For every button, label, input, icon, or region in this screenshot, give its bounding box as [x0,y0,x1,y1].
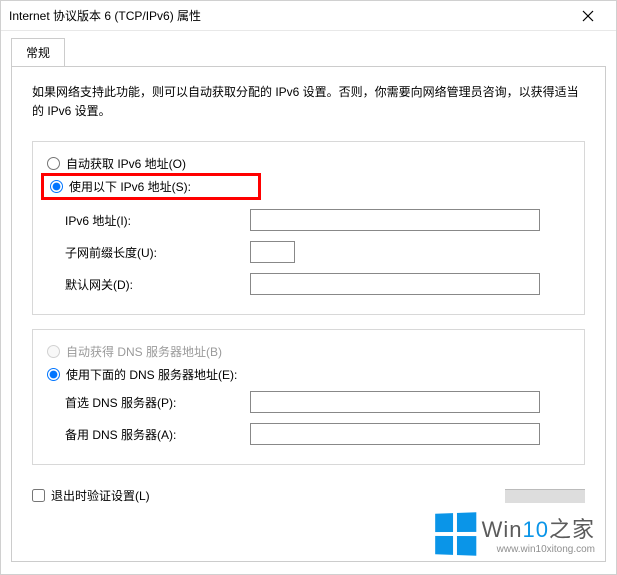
windows-logo-icon [435,512,476,556]
alternate-dns-input[interactable] [250,423,540,445]
field-preferred-dns: 首选 DNS 服务器(P): [47,386,570,418]
radio-auto-address[interactable]: 自动获取 IPv6 地址(O) [47,152,570,175]
validate-on-exit-checkbox[interactable] [32,489,45,502]
field-ipv6-address: IPv6 地址(I): [47,204,570,236]
ipv6-address-label: IPv6 地址(I): [65,212,250,229]
radio-manual-dns-label: 使用下面的 DNS 服务器地址(E): [66,366,237,383]
prefix-length-input[interactable] [250,241,295,263]
ipv6-address-input[interactable] [250,209,540,231]
radio-manual-address-input[interactable] [50,180,63,193]
watermark: Win10之家 www.win10xitong.com [434,512,595,555]
radio-auto-dns-label: 自动获得 DNS 服务器地址(B) [66,343,222,360]
default-gateway-input[interactable] [250,273,540,295]
advanced-button[interactable] [505,489,585,503]
close-icon [582,10,594,22]
field-alternate-dns: 备用 DNS 服务器(A): [47,418,570,450]
footer-row: 退出时验证设置(L) [32,479,585,504]
alternate-dns-label: 备用 DNS 服务器(A): [65,426,250,443]
validate-on-exit[interactable]: 退出时验证设置(L) [32,487,150,504]
watermark-text: Win10之家 www.win10xitong.com [482,512,595,555]
radio-auto-dns[interactable]: 自动获得 DNS 服务器地址(B) [47,340,570,363]
radio-manual-dns[interactable]: 使用下面的 DNS 服务器地址(E): [47,363,570,386]
brand-prefix: Win [482,517,523,542]
radio-auto-address-label: 自动获取 IPv6 地址(O) [66,155,186,172]
ip-address-group: 自动获取 IPv6 地址(O) 使用以下 IPv6 地址(S): IPv6 地址… [32,141,585,315]
default-gateway-label: 默认网关(D): [65,276,250,293]
field-prefix-length: 子网前缀长度(U): [47,236,570,268]
tab-general[interactable]: 常规 [11,38,65,67]
close-button[interactable] [568,2,608,30]
field-default-gateway: 默认网关(D): [47,268,570,300]
preferred-dns-input[interactable] [250,391,540,413]
brand-url: www.win10xitong.com [482,544,595,555]
brand-suffix: 之家 [549,517,595,542]
window-title: Internet 协议版本 6 (TCP/IPv6) 属性 [9,7,568,24]
preferred-dns-label: 首选 DNS 服务器(P): [65,394,250,411]
brand-accent: 10 [523,517,549,542]
prefix-length-label: 子网前缀长度(U): [65,244,250,261]
radio-manual-dns-input[interactable] [47,368,60,381]
titlebar: Internet 协议版本 6 (TCP/IPv6) 属性 [1,1,616,31]
tab-strip: 常规 [1,31,616,66]
description-text: 如果网络支持此功能，则可以自动获取分配的 IPv6 设置。否则，你需要向网络管理… [32,83,585,121]
validate-on-exit-label: 退出时验证设置(L) [51,487,150,504]
dns-group: 自动获得 DNS 服务器地址(B) 使用下面的 DNS 服务器地址(E): 首选… [32,329,585,465]
radio-auto-address-input[interactable] [47,157,60,170]
radio-manual-address-label: 使用以下 IPv6 地址(S): [69,178,191,195]
tab-panel-general: 如果网络支持此功能，则可以自动获取分配的 IPv6 设置。否则，你需要向网络管理… [11,66,606,562]
radio-auto-dns-input[interactable] [47,345,60,358]
radio-manual-address[interactable]: 使用以下 IPv6 地址(S): [41,173,261,200]
